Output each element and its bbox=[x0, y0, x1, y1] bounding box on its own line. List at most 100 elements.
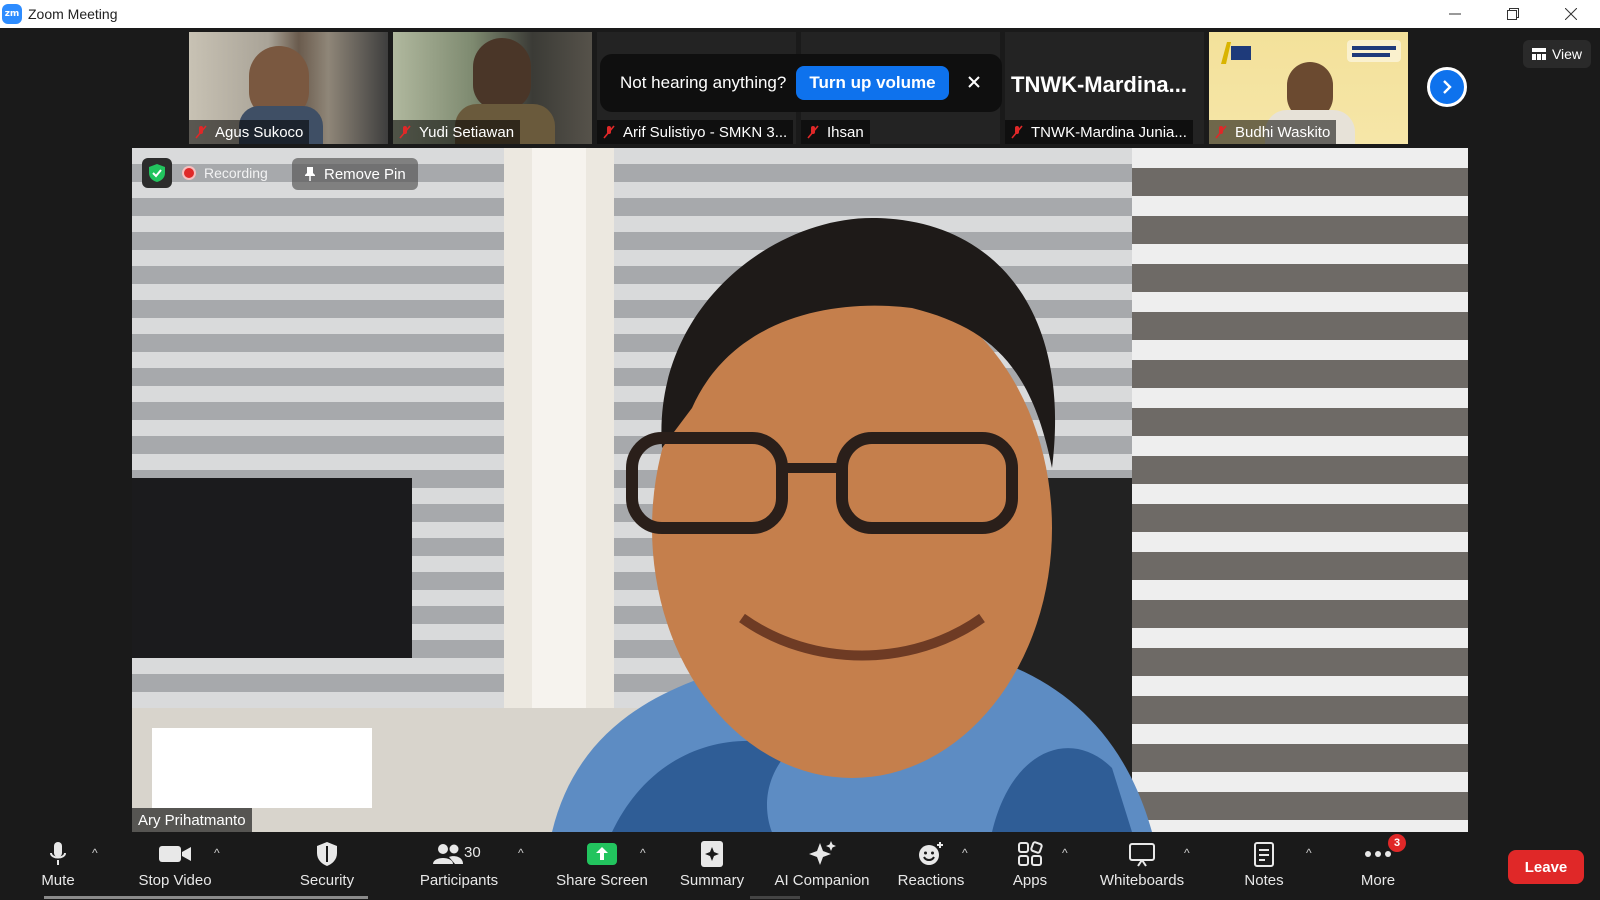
view-button[interactable]: View bbox=[1523, 40, 1591, 68]
shield-icon bbox=[317, 842, 337, 866]
participant-tile[interactable]: TNWK-Mardina... TNWK-Mardina Junia... bbox=[1005, 32, 1204, 144]
audio-options-caret[interactable]: ^ bbox=[92, 846, 98, 860]
participant-tile[interactable]: Yudi Setiawan bbox=[393, 32, 592, 144]
summary-icon bbox=[701, 841, 723, 867]
participant-name-tag: Ihsan bbox=[801, 120, 870, 144]
microphone-icon bbox=[50, 842, 66, 865]
close-icon bbox=[967, 75, 980, 88]
ai-companion-icon bbox=[809, 841, 836, 865]
summary-label: Summary bbox=[679, 872, 745, 889]
grid-view-icon bbox=[1531, 48, 1546, 60]
participant-name-tag: TNWK-Mardina Junia... bbox=[1005, 120, 1193, 144]
next-page-button[interactable] bbox=[1427, 67, 1467, 107]
more-button[interactable]: 3 More bbox=[1356, 834, 1406, 896]
participants-icon bbox=[433, 844, 463, 864]
minimize-button[interactable] bbox=[1426, 0, 1484, 28]
mute-button[interactable]: Mute bbox=[36, 838, 80, 896]
title-bar: zm Zoom Meeting bbox=[0, 0, 1600, 28]
toolbar-divider bbox=[750, 896, 800, 899]
stop-video-button[interactable]: Stop Video bbox=[132, 838, 218, 896]
turn-up-volume-button[interactable]: Turn up volume bbox=[796, 66, 949, 100]
share-options-caret[interactable]: ^ bbox=[640, 846, 646, 860]
chevron-right-icon bbox=[1443, 80, 1452, 94]
reactions-icon bbox=[919, 842, 943, 865]
close-icon bbox=[1565, 8, 1577, 20]
reactions-label: Reactions bbox=[897, 872, 965, 889]
participant-tile[interactable]: Budhi Waskito bbox=[1209, 32, 1408, 144]
reactions-options-caret[interactable]: ^ bbox=[962, 846, 968, 860]
mic-off-icon bbox=[807, 125, 819, 139]
security-button[interactable]: Security bbox=[296, 838, 358, 896]
whiteboards-options-caret[interactable]: ^ bbox=[1184, 846, 1190, 860]
mic-off-icon bbox=[399, 125, 411, 139]
notes-button[interactable]: Notes bbox=[1240, 838, 1288, 896]
toolbar-divider bbox=[44, 896, 368, 899]
notes-icon bbox=[1254, 842, 1274, 867]
leave-button[interactable]: Leave bbox=[1508, 850, 1584, 884]
participants-label: Participants bbox=[419, 872, 499, 889]
whiteboards-button[interactable]: Whiteboards bbox=[1096, 838, 1188, 896]
security-label: Security bbox=[299, 872, 355, 889]
active-speaker-video[interactable]: Recording Remove Pin Ary Prihatmanto bbox=[132, 148, 1468, 832]
mic-off-icon bbox=[195, 125, 207, 139]
mic-off-icon bbox=[1011, 125, 1023, 139]
stop-video-label: Stop Video bbox=[138, 872, 212, 889]
zoom-logo-icon: zm bbox=[2, 4, 22, 24]
virtual-background-badge bbox=[1346, 38, 1402, 66]
mic-off-icon bbox=[1215, 125, 1227, 139]
mute-label: Mute bbox=[41, 872, 75, 889]
participant-name: Agus Sukoco bbox=[215, 123, 304, 141]
meeting-stage: Agus Sukoco Yudi Setiawan Arif Sulistiyo… bbox=[0, 28, 1600, 834]
video-camera-icon bbox=[159, 846, 191, 862]
remove-pin-label: Remove Pin bbox=[324, 165, 406, 183]
remove-pin-button[interactable]: Remove Pin bbox=[292, 158, 418, 190]
more-icon bbox=[1365, 851, 1391, 857]
ai-companion-label: AI Companion bbox=[774, 872, 870, 889]
mic-off-icon bbox=[603, 125, 615, 139]
participant-name: Yudi Setiawan bbox=[419, 123, 515, 141]
notification-badge: 3 bbox=[1388, 834, 1406, 852]
notes-label: Notes bbox=[1244, 872, 1284, 889]
participant-name-tag: Arif Sulistiyo - SMKN 3... bbox=[597, 120, 794, 144]
encryption-shield-icon[interactable] bbox=[142, 158, 172, 188]
participant-display-name: TNWK-Mardina... bbox=[1011, 72, 1187, 97]
participant-name: Budhi Waskito bbox=[1235, 123, 1331, 141]
close-window-button[interactable] bbox=[1542, 0, 1600, 28]
window-controls bbox=[1426, 0, 1600, 28]
share-screen-icon bbox=[587, 843, 617, 865]
whiteboard-icon bbox=[1129, 843, 1155, 867]
participant-tile[interactable]: Agus Sukoco bbox=[189, 32, 388, 144]
participants-button[interactable]: 30 Participants bbox=[416, 838, 502, 896]
speaker-video-frame bbox=[132, 148, 1468, 832]
restore-button[interactable] bbox=[1484, 0, 1542, 28]
recording-indicator[interactable]: Recording bbox=[182, 160, 268, 186]
meeting-toolbar: Mute ^ Stop Video ^ Security 30 Particip… bbox=[0, 834, 1600, 900]
toast-close-button[interactable] bbox=[967, 72, 981, 95]
audio-toast: Not hearing anything? Turn up volume bbox=[600, 54, 1002, 112]
participant-name: Ihsan bbox=[827, 123, 864, 141]
recording-label: Recording bbox=[204, 165, 268, 181]
whiteboards-label: Whiteboards bbox=[1099, 872, 1185, 889]
apps-options-caret[interactable]: ^ bbox=[1062, 846, 1068, 860]
restore-icon bbox=[1507, 8, 1519, 20]
share-screen-label: Share Screen bbox=[556, 872, 648, 889]
speaker-name-tag: Ary Prihatmanto bbox=[132, 808, 252, 832]
notes-options-caret[interactable]: ^ bbox=[1306, 846, 1312, 860]
apps-button[interactable]: Apps bbox=[1008, 838, 1052, 896]
participant-name: TNWK-Mardina Junia... bbox=[1031, 123, 1187, 141]
reactions-button[interactable]: Reactions bbox=[896, 838, 966, 896]
more-label: More bbox=[1360, 872, 1396, 889]
participant-name-tag: Yudi Setiawan bbox=[393, 120, 521, 144]
summary-button[interactable]: Summary bbox=[678, 838, 746, 896]
share-screen-button[interactable]: Share Screen bbox=[556, 838, 648, 896]
ai-companion-button[interactable]: AI Companion bbox=[772, 838, 872, 896]
participants-options-caret[interactable]: ^ bbox=[518, 846, 524, 860]
minimize-icon bbox=[1449, 13, 1461, 15]
toast-message: Not hearing anything? bbox=[620, 73, 787, 92]
participant-name: Arif Sulistiyo - SMKN 3... bbox=[623, 123, 788, 141]
video-options-caret[interactable]: ^ bbox=[214, 846, 220, 860]
virtual-background-logo bbox=[1217, 38, 1257, 68]
apps-label: Apps bbox=[1012, 872, 1048, 889]
participant-name-tag: Budhi Waskito bbox=[1209, 120, 1337, 144]
pin-icon bbox=[305, 167, 315, 181]
